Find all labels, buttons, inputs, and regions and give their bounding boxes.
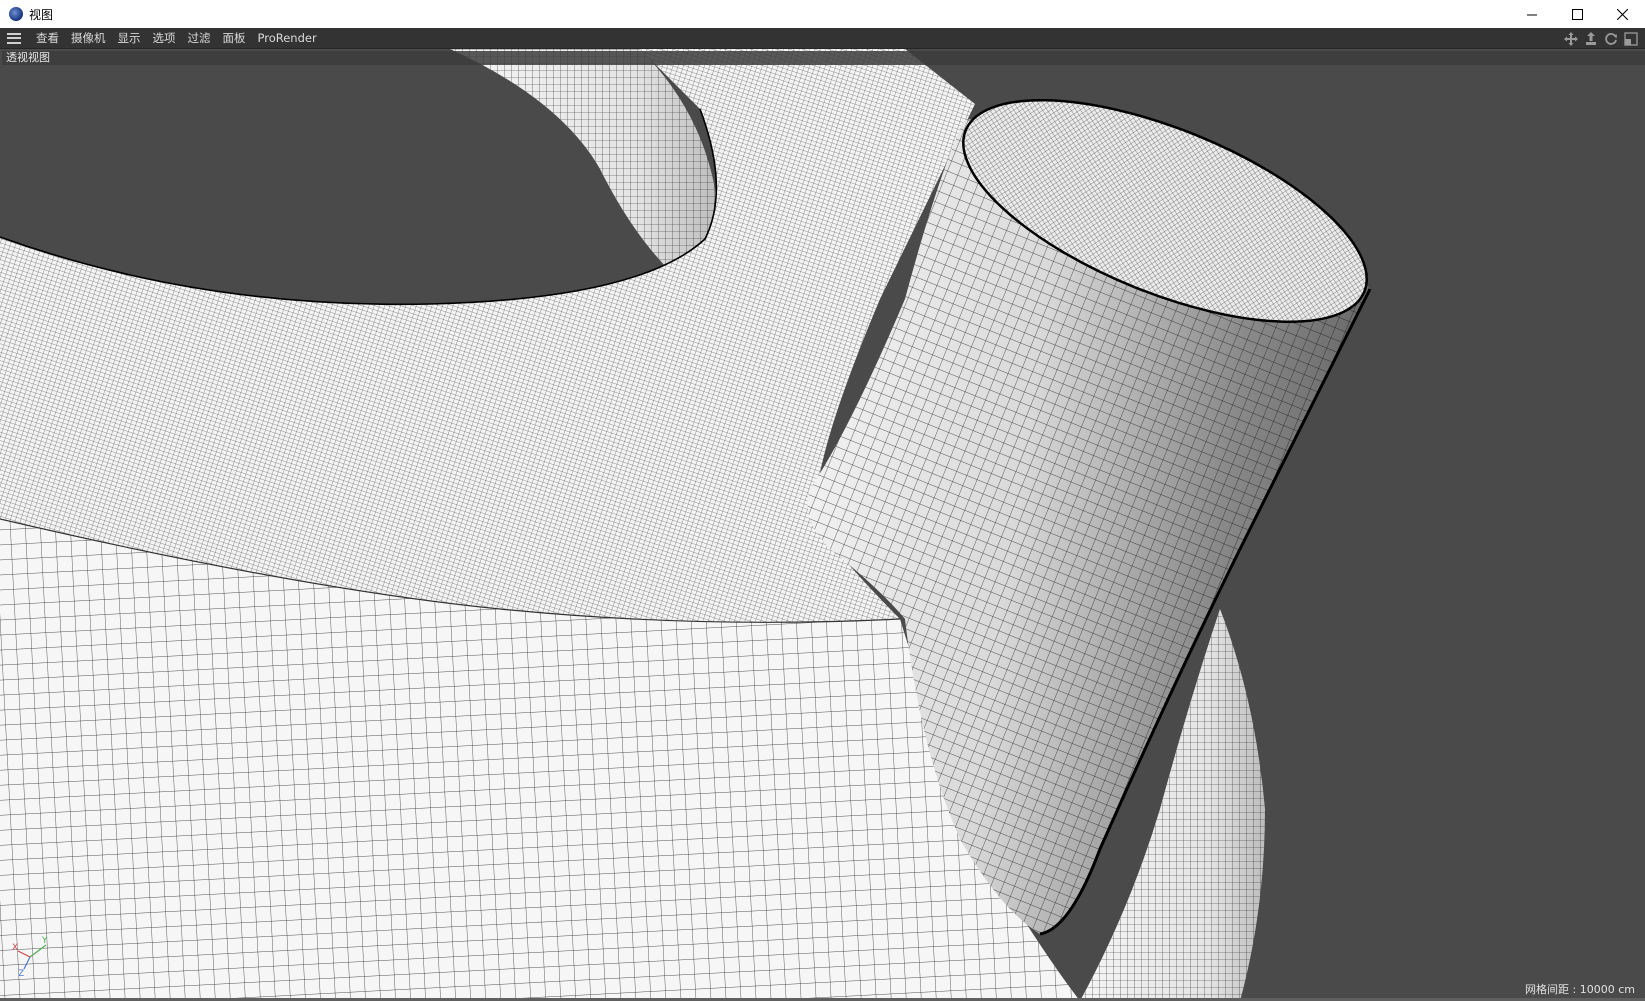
hamburger-icon[interactable] [7,32,21,44]
axis-z-label: Z [18,969,24,977]
move-view-icon [1564,31,1578,46]
menu-filter[interactable]: 过滤 [182,28,217,49]
rotate-view-button[interactable] [1601,28,1621,49]
menu-options[interactable]: 选项 [147,28,182,49]
menu-display[interactable]: 显示 [112,28,147,49]
dolly-view-icon [1586,31,1596,45]
axis-y-label: Y [41,936,48,946]
window-titlebar: 视图 [0,0,1645,28]
axis-gizmo: Y X Z [12,936,48,977]
window-controls [1510,0,1645,28]
wireframe-scene[interactable] [0,49,1645,1001]
maximize-icon [1572,8,1583,20]
toggle-layout-button[interactable] [1621,28,1641,49]
menu-view[interactable]: 查看 [30,28,65,49]
rotate-view-icon [1605,32,1617,45]
minimize-icon [1527,14,1537,15]
move-view-button[interactable] [1561,28,1581,49]
viewport-menubar: 查看 摄像机 显示 选项 过滤 面板 ProRender [0,28,1645,49]
toggle-layout-icon [1624,31,1638,46]
minimize-button[interactable] [1510,0,1555,28]
close-icon [1617,8,1628,20]
menu-panel[interactable]: 面板 [217,28,252,49]
menu-prorender[interactable]: ProRender [252,28,323,49]
close-button[interactable] [1600,0,1645,28]
cinema4d-app-icon [9,7,23,21]
axis-x-label: X [12,943,18,953]
menu-camera[interactable]: 摄像机 [65,28,112,49]
grid-spacing-info: 网格间距 : 10000 cm [1525,983,1635,996]
dolly-view-button[interactable] [1581,28,1601,49]
viewport-nav-tools [1561,28,1641,49]
perspective-viewport[interactable]: 透视视图 Y X Z 网格间距 : 10000 cm [0,49,1645,1001]
viewport-header: 透视视图 [2,51,1645,65]
maximize-button[interactable] [1555,0,1600,28]
viewport-label: 透视视图 [6,51,50,64]
window-title: 视图 [29,7,54,22]
